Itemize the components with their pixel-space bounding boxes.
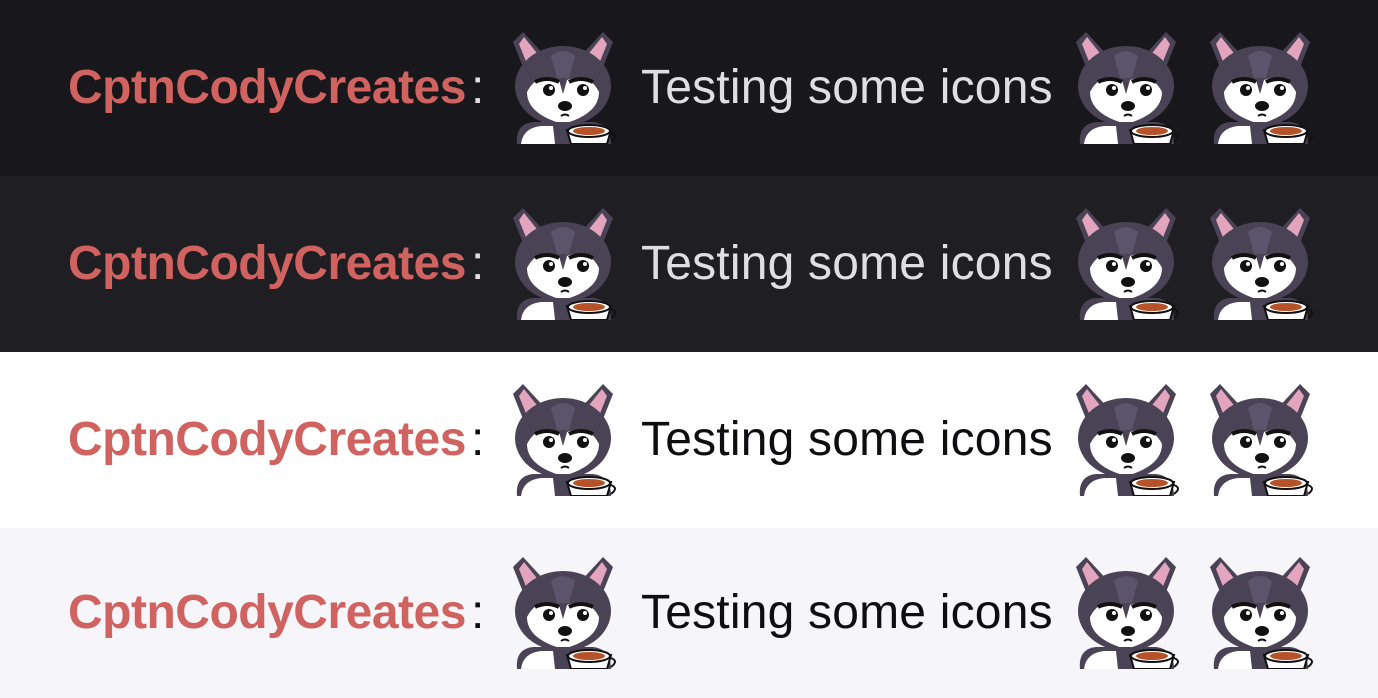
husky-coffee-icon [507, 557, 619, 669]
chat-message-text: Testing some icons [641, 237, 1053, 290]
husky-coffee-icon [507, 32, 619, 144]
chat-message-text: Testing some icons [641, 586, 1053, 639]
husky-coffee-icon [1204, 557, 1316, 669]
husky-coffee-icon [1070, 384, 1182, 496]
chat-colon: : [471, 586, 485, 639]
chat-line-row: CptnCodyCreates : Testing some icons [0, 352, 1378, 528]
chat-username[interactable]: CptnCodyCreates [68, 64, 466, 112]
husky-coffee-icon [1204, 208, 1316, 320]
husky-coffee-icon [507, 384, 619, 496]
husky-coffee-icon [1070, 208, 1182, 320]
husky-coffee-icon [1204, 32, 1316, 144]
chat-username[interactable]: CptnCodyCreates [68, 240, 466, 288]
chat-username[interactable]: CptnCodyCreates [68, 416, 466, 464]
chat-colon: : [471, 61, 485, 114]
chat-message-text: Testing some icons [641, 61, 1053, 114]
husky-coffee-icon [1070, 557, 1182, 669]
husky-coffee-icon [1204, 384, 1316, 496]
chat-line-row: CptnCodyCreates : Testing some icons [0, 0, 1378, 176]
chat-preview-list: CptnCodyCreates : Testing some icons Cpt… [0, 0, 1378, 698]
chat-colon: : [471, 237, 485, 290]
chat-colon: : [471, 413, 485, 466]
chat-username[interactable]: CptnCodyCreates [68, 589, 466, 637]
chat-message-text: Testing some icons [641, 413, 1053, 466]
husky-coffee-icon [1070, 32, 1182, 144]
chat-line-row: CptnCodyCreates : Testing some icons [0, 176, 1378, 352]
husky-coffee-icon [507, 208, 619, 320]
chat-line-row: CptnCodyCreates : Testing some icons [0, 528, 1378, 698]
